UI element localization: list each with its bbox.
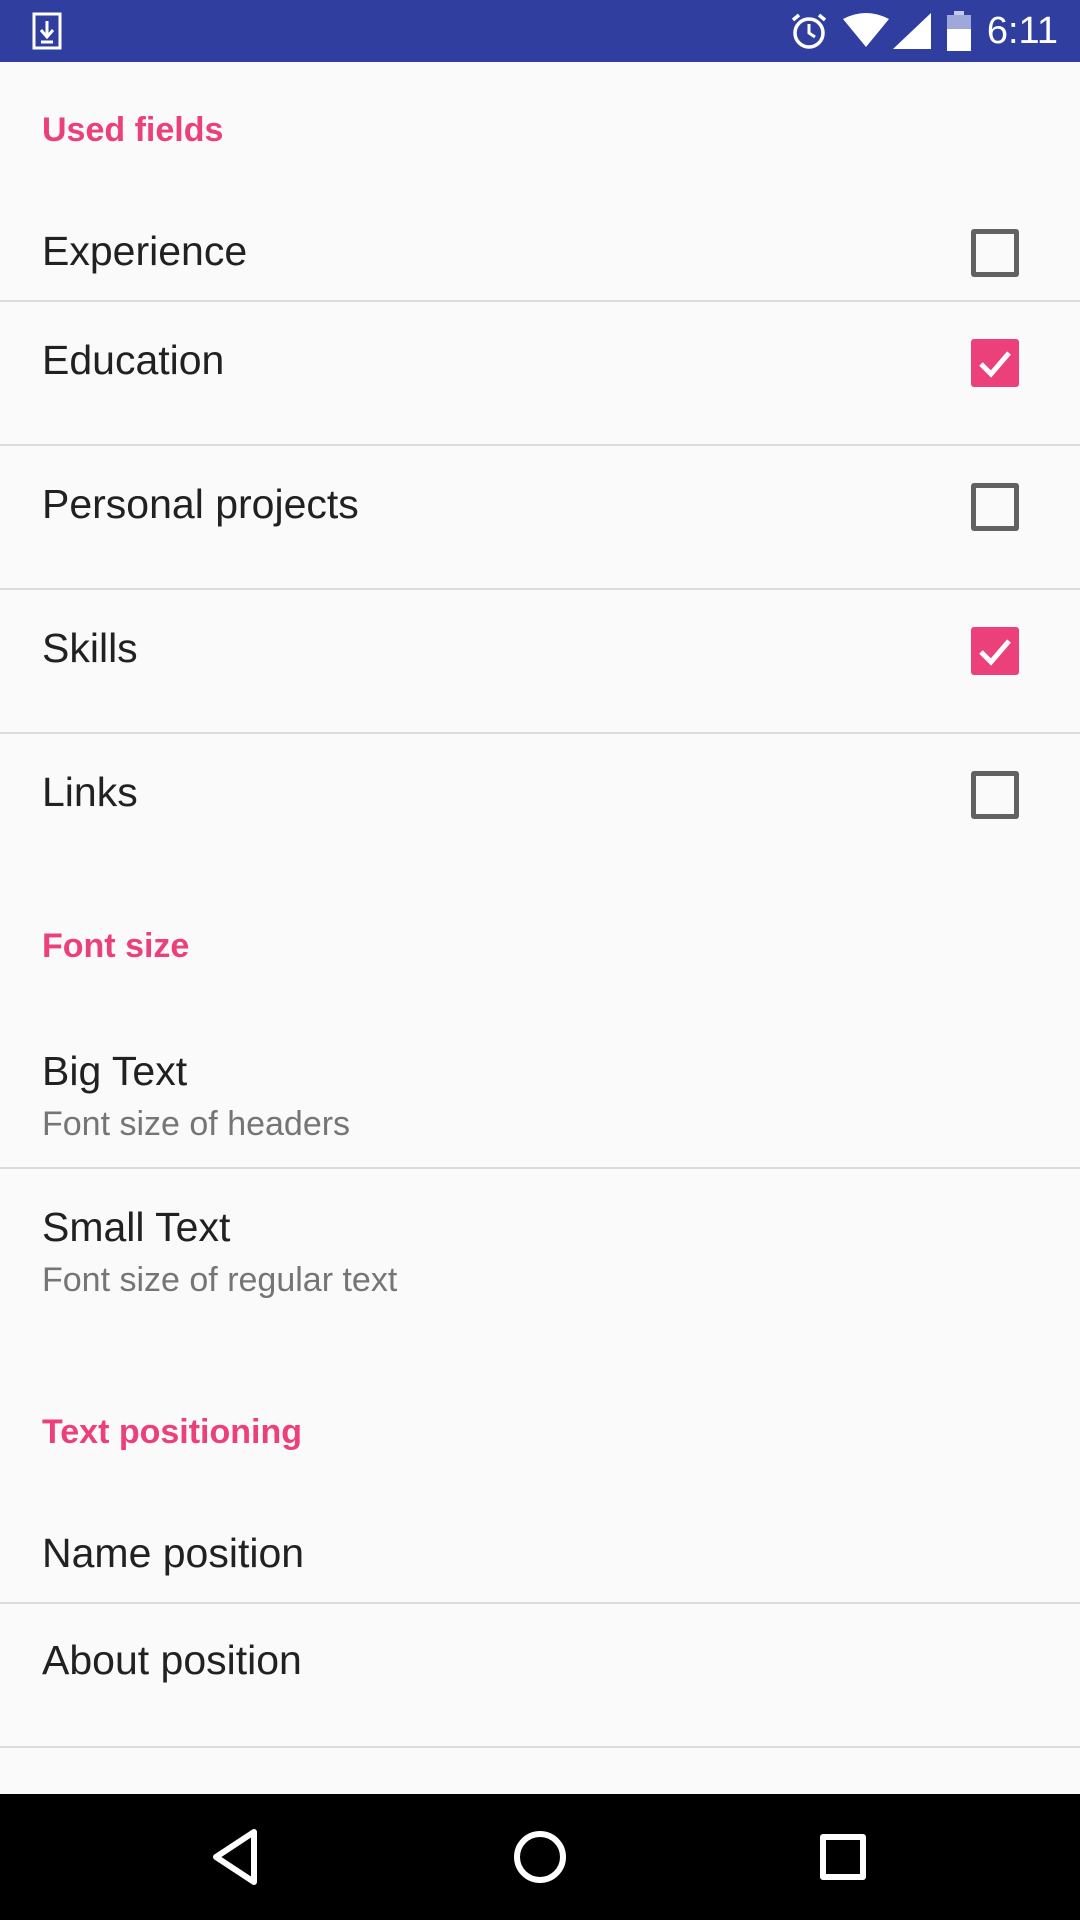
navigation-bar: [0, 1794, 1080, 1920]
pref-item-label: Personal projects: [42, 481, 359, 527]
pref-item-education[interactable]: Education: [0, 302, 1080, 444]
pref-item-label: Skills: [42, 625, 138, 671]
settings-screen: 6:11 Used fields Experience Education Pe…: [0, 0, 1080, 1920]
pref-item-label: Experience: [42, 228, 248, 274]
pref-item-personal-projects[interactable]: Personal projects: [0, 446, 1080, 588]
pref-item-label: Education: [42, 337, 225, 383]
links-checkbox[interactable]: [971, 771, 1019, 819]
pref-item-title: About position: [42, 1637, 302, 1683]
pref-item-skills[interactable]: Skills: [0, 590, 1080, 732]
back-icon[interactable]: [202, 1822, 272, 1892]
divider: [0, 1746, 1080, 1748]
cell-signal-icon: [892, 13, 931, 49]
preference-list[interactable]: Used fields Experience Education Persona…: [0, 62, 1080, 1794]
pref-item-summary: Font size of regular text: [42, 1261, 398, 1299]
section-header-used-fields: Used fields: [42, 111, 224, 149]
pref-item-title: Small Text: [42, 1204, 231, 1250]
checkmark-icon: [979, 639, 1011, 666]
download-notification-icon: [32, 12, 62, 50]
alarm-icon: [791, 13, 826, 49]
pref-item-title: Big Text: [42, 1048, 188, 1094]
pref-item-links[interactable]: Links: [0, 734, 1080, 876]
pref-item-big-text[interactable]: Big Text Font size of headers: [0, 1012, 1080, 1168]
status-bar: 6:11: [0, 0, 1080, 62]
pref-item-title: Name position: [42, 1530, 305, 1576]
home-icon[interactable]: [505, 1822, 575, 1892]
pref-item-label: Links: [42, 769, 138, 815]
status-clock: 6:11: [986, 9, 1058, 52]
section-header-text-positioning: Text positioning: [42, 1413, 303, 1451]
skills-checkbox[interactable]: [971, 627, 1019, 675]
checkmark-icon: [979, 351, 1011, 378]
battery-icon: [946, 11, 971, 51]
experience-checkbox[interactable]: [971, 229, 1019, 277]
pref-item-summary: Font size of headers: [42, 1105, 351, 1143]
wifi-icon: [842, 13, 889, 47]
pref-item-about-position[interactable]: About position: [0, 1604, 1080, 1746]
education-checkbox[interactable]: [971, 339, 1019, 387]
recents-icon[interactable]: [808, 1822, 878, 1892]
pref-item-small-text[interactable]: Small Text Font size of regular text: [0, 1169, 1080, 1349]
section-header-font-size: Font size: [42, 927, 190, 965]
personal-projects-checkbox[interactable]: [971, 483, 1019, 531]
